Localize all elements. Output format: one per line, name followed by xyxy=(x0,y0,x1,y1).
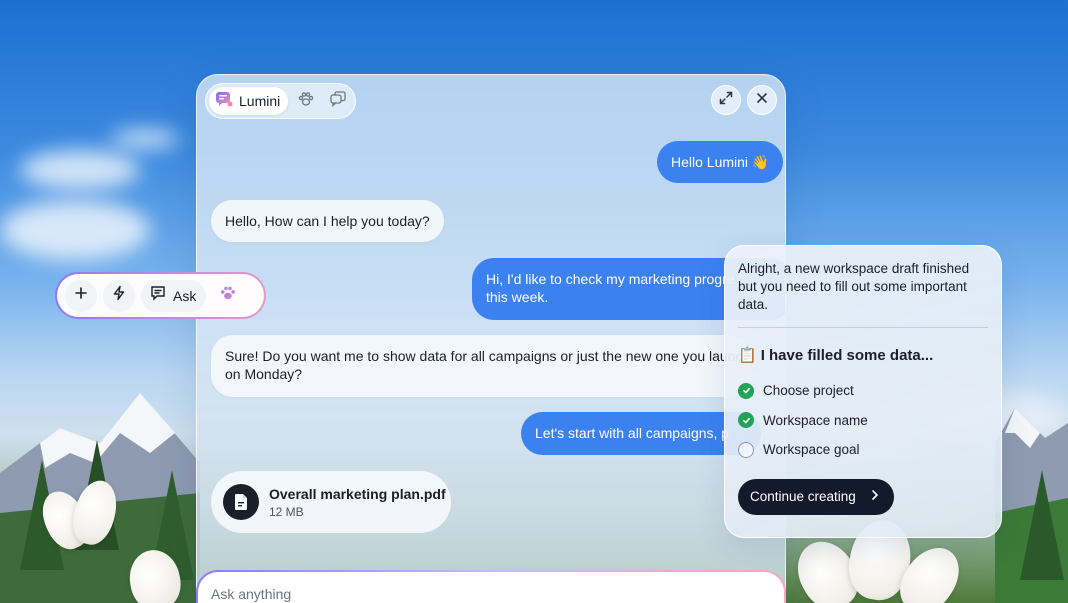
divider xyxy=(738,327,988,328)
check-icon xyxy=(738,412,754,429)
paw-color-icon xyxy=(219,284,237,307)
tab-chats[interactable] xyxy=(324,87,352,115)
ask-input[interactable] xyxy=(211,586,711,602)
lumini-logo-icon xyxy=(215,90,233,113)
ask-label: Ask xyxy=(173,287,197,304)
message-line: on Monday? xyxy=(225,366,303,382)
assistant-message: Hello, How can I help you today? xyxy=(211,200,444,242)
add-button[interactable] xyxy=(65,279,97,312)
message-line: Sure! Do you want me to show data for al… xyxy=(225,348,743,364)
assistant-message: Sure! Do you want me to show data for al… xyxy=(211,335,751,397)
checklist: Choose project Workspace name Workspace … xyxy=(738,376,988,465)
message-line: Alright, a new workspace draft finished xyxy=(738,261,970,276)
tab-lumini[interactable]: Lumini xyxy=(209,87,289,115)
ask-button[interactable]: Ask xyxy=(141,279,207,312)
document-icon xyxy=(223,484,259,520)
expand-button[interactable] xyxy=(711,85,741,115)
clipboard-icon: 📋 xyxy=(738,347,757,364)
chevron-right-icon xyxy=(870,489,880,504)
message-line: but you need to fill out some important xyxy=(738,279,967,294)
assistant-tabs: Lumini xyxy=(205,83,357,119)
close-icon xyxy=(755,91,769,110)
checklist-item-label: Workspace name xyxy=(763,412,868,428)
quick-action-button[interactable] xyxy=(103,279,135,312)
message-composer xyxy=(196,570,786,603)
checklist-item: Workspace name xyxy=(738,406,988,436)
close-button[interactable] xyxy=(747,85,777,115)
file-attachment[interactable]: Overall marketing plan.pdf 12 MB xyxy=(211,471,451,533)
continue-creating-label: Continue creating xyxy=(750,489,856,504)
empty-circle-icon xyxy=(738,441,754,458)
file-name: Overall marketing plan.pdf xyxy=(269,485,446,502)
checklist-item: Choose project xyxy=(738,376,988,406)
workspace-message: Alright, a new workspace draft finished … xyxy=(738,260,988,314)
plus-icon xyxy=(74,286,88,305)
file-size: 12 MB xyxy=(269,504,304,519)
tab-paw[interactable] xyxy=(292,87,320,115)
lightning-icon xyxy=(111,285,127,306)
check-icon xyxy=(738,382,754,399)
floating-toolbar: Ask xyxy=(55,272,266,319)
paw-icon xyxy=(297,90,315,113)
pet-button[interactable] xyxy=(212,280,244,312)
checklist-item: Workspace goal xyxy=(738,435,988,465)
expand-icon xyxy=(718,90,734,111)
message-line: data. xyxy=(738,297,769,312)
checklist-heading: 📋 I have filled some data... xyxy=(738,346,988,365)
ask-icon xyxy=(149,284,167,307)
continue-creating-button[interactable]: Continue creating xyxy=(738,478,894,515)
checklist-heading-text: I have filled some data... xyxy=(760,346,934,364)
tab-lumini-label: Lumini xyxy=(239,93,281,109)
file-info: Overall marketing plan.pdf 12 MB xyxy=(269,486,446,519)
checklist-item-label: Choose project xyxy=(763,383,854,399)
checklist-item-label: Workspace goal xyxy=(763,442,860,458)
chat-panel: Lumini Hello Lumini 👋 Hello, How can I h… xyxy=(196,74,786,603)
workspace-draft-card: Alright, a new workspace draft finished … xyxy=(724,245,1002,538)
user-message: Hello Lumini 👋 xyxy=(657,141,784,183)
chats-icon xyxy=(329,90,347,113)
